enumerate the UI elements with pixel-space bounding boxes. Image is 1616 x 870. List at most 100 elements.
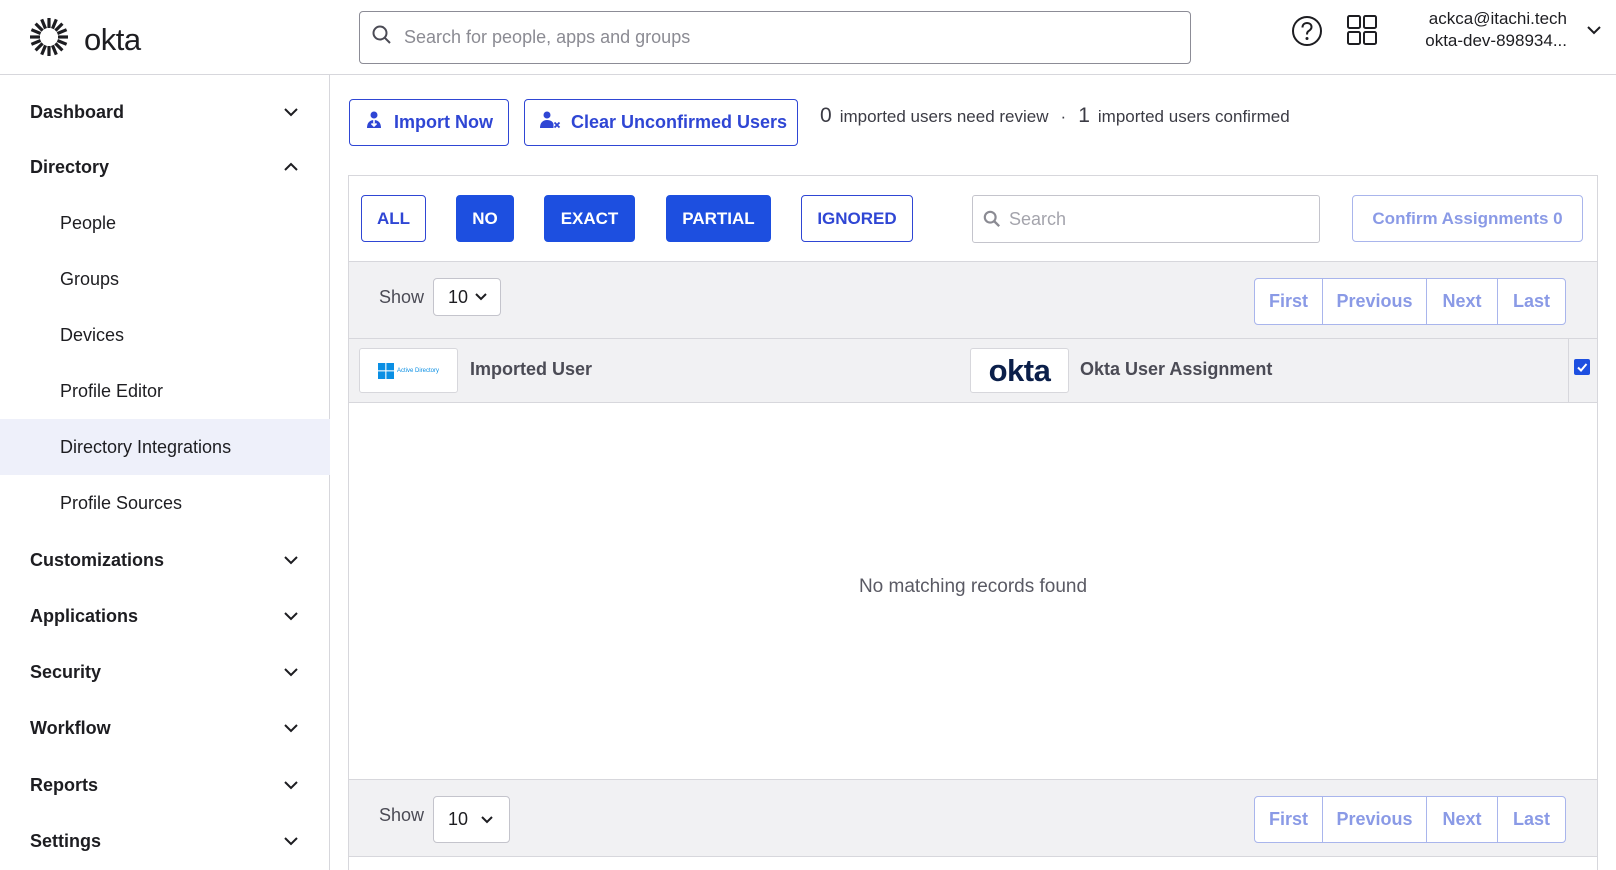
page-size-value: 10 xyxy=(448,286,469,307)
pager-previous-button[interactable]: Previous xyxy=(1323,279,1427,324)
sidebar-item-label: Customizations xyxy=(30,549,165,570)
okta-user-assignment-column-title: Okta User Assignment xyxy=(1080,359,1273,379)
page-size-select[interactable]: 10 xyxy=(433,278,501,316)
sidebar-subitem-label: People xyxy=(60,212,117,233)
filter-exact-button[interactable]: EXACT xyxy=(544,195,635,242)
user-email: ackca@itachi.tech xyxy=(1428,9,1567,28)
sidebar-subitem-directory-integrations[interactable]: Directory Integrations xyxy=(0,419,330,475)
filter-partial-button[interactable]: PARTIAL xyxy=(666,195,771,242)
table-search-input[interactable] xyxy=(1009,208,1309,230)
import-summary: 0 imported users need review · 1 importe… xyxy=(820,104,1290,128)
chevron-down-icon xyxy=(283,553,299,572)
filter-no-button[interactable]: NO xyxy=(456,195,514,242)
sidebar-item-label: Security xyxy=(30,661,102,682)
sidebar-item-label: Reports xyxy=(30,774,99,795)
sidebar-subitem-label: Groups xyxy=(60,268,120,289)
review-count: 0 xyxy=(820,104,832,127)
sidebar-item-security[interactable]: Security xyxy=(0,644,330,700)
top-header: okta ackca@itachi.tech okta-dev-898934..… xyxy=(0,0,1616,75)
search-icon xyxy=(983,210,1001,228)
filter-ignored-button[interactable]: IGNORED xyxy=(801,195,913,242)
confirmed-text: imported users confirmed xyxy=(1097,107,1290,126)
sidebar-item-label: Directory xyxy=(30,156,110,177)
chevron-down-icon xyxy=(474,292,488,302)
okta-assignment-logo: okta xyxy=(970,348,1069,393)
confirm-assignments-button[interactable]: Confirm Assignments 0 xyxy=(1352,195,1583,242)
pager-next-button[interactable]: Next xyxy=(1427,797,1498,842)
empty-state-message: No matching records found xyxy=(858,576,1088,597)
sidebar-item-dashboard[interactable]: Dashboard xyxy=(0,84,330,140)
sidebar-item-reports[interactable]: Reports xyxy=(0,757,330,813)
summary-separator: · xyxy=(1060,107,1067,126)
user-menu[interactable]: ackca@itachi.tech okta-dev-898934... xyxy=(1395,8,1567,52)
chevron-down-icon xyxy=(283,665,299,684)
sidebar-item-label: Dashboard xyxy=(30,101,125,122)
org-name: okta-dev-898934... xyxy=(1425,31,1567,50)
show-label: Show xyxy=(379,805,425,825)
global-search-box[interactable] xyxy=(359,11,1191,64)
active-directory-logo-text: Active Directory xyxy=(396,367,439,374)
chevron-down-icon[interactable] xyxy=(1586,23,1602,41)
global-search-input[interactable] xyxy=(404,27,1164,48)
help-icon[interactable] xyxy=(1291,15,1323,52)
chevron-down-icon xyxy=(283,834,299,853)
sidebar-subitem-groups[interactable]: Groups xyxy=(0,251,330,307)
sidebar-subitem-label: Directory Integrations xyxy=(60,436,232,457)
import-now-button[interactable]: Import Now xyxy=(349,99,509,146)
active-directory-logo: Active Directory xyxy=(359,348,458,393)
bottom-pager: First Previous Next Last xyxy=(1254,796,1566,843)
sidebar-item-settings[interactable]: Settings xyxy=(0,813,330,869)
pager-previous-button[interactable]: Previous xyxy=(1323,797,1427,842)
top-pagination-bar: Show 10 First Previous Next Last xyxy=(349,261,1597,339)
sidebar-subitem-profile-sources[interactable]: Profile Sources xyxy=(0,475,330,531)
sidebar-item-applications[interactable]: Applications xyxy=(0,588,330,644)
sidebar-item-directory[interactable]: Directory xyxy=(0,139,330,195)
chevron-down-icon xyxy=(480,815,494,825)
okta-logo-icon xyxy=(28,16,70,63)
chevron-down-icon xyxy=(283,105,299,124)
pager-last-button[interactable]: Last xyxy=(1498,279,1565,324)
page-size-value: 10 xyxy=(448,809,469,829)
okta-logo[interactable]: okta xyxy=(28,16,141,63)
confirmed-count: 1 xyxy=(1078,104,1090,127)
chevron-down-icon xyxy=(283,778,299,797)
sidebar-nav: Dashboard Directory People Groups Device… xyxy=(0,75,330,870)
pager-first-button[interactable]: First xyxy=(1255,279,1323,324)
sidebar-item-label: Settings xyxy=(30,830,102,851)
import-user-icon xyxy=(364,110,384,135)
review-text: imported users need review xyxy=(839,107,1049,126)
filter-all-button[interactable]: ALL xyxy=(361,195,426,242)
sidebar-item-label: Workflow xyxy=(30,717,111,738)
pager-first-button[interactable]: First xyxy=(1255,797,1323,842)
sidebar-subitem-devices[interactable]: Devices xyxy=(0,307,330,363)
top-pager: First Previous Next Last xyxy=(1254,278,1566,325)
chevron-down-icon xyxy=(283,721,299,740)
clear-user-icon xyxy=(539,110,561,135)
sidebar-item-customizations[interactable]: Customizations xyxy=(0,532,330,588)
show-label: Show xyxy=(379,287,425,307)
sidebar-item-label: Applications xyxy=(30,605,139,626)
sidebar-subitem-label: Profile Sources xyxy=(60,492,183,513)
select-all-checkbox[interactable] xyxy=(1574,359,1590,375)
okta-logo-text: okta xyxy=(84,21,141,57)
imported-user-column-title: Imported User xyxy=(470,359,593,379)
table-search-box[interactable] xyxy=(972,195,1320,243)
sidebar-subitem-label: Devices xyxy=(60,324,125,345)
pager-last-button[interactable]: Last xyxy=(1498,797,1565,842)
sidebar-subitem-profile-editor[interactable]: Profile Editor xyxy=(0,363,330,419)
chevron-up-icon xyxy=(283,160,299,179)
column-divider xyxy=(1568,339,1569,403)
sidebar-subitem-label: Profile Editor xyxy=(60,380,164,401)
sidebar-subitem-people[interactable]: People xyxy=(0,195,330,251)
clear-unconfirmed-users-button[interactable]: Clear Unconfirmed Users xyxy=(524,99,798,146)
checkmark-icon xyxy=(1577,363,1588,372)
apps-grid-icon[interactable] xyxy=(1346,14,1378,51)
search-icon xyxy=(372,25,392,50)
import-now-label: Import Now xyxy=(394,112,493,132)
pager-next-button[interactable]: Next xyxy=(1427,279,1498,324)
page-size-select[interactable]: 10 xyxy=(433,796,510,843)
clear-unconfirmed-label: Clear Unconfirmed Users xyxy=(571,112,788,132)
chevron-down-icon xyxy=(283,609,299,628)
windows-icon xyxy=(377,362,394,379)
sidebar-item-workflow[interactable]: Workflow xyxy=(0,700,330,756)
